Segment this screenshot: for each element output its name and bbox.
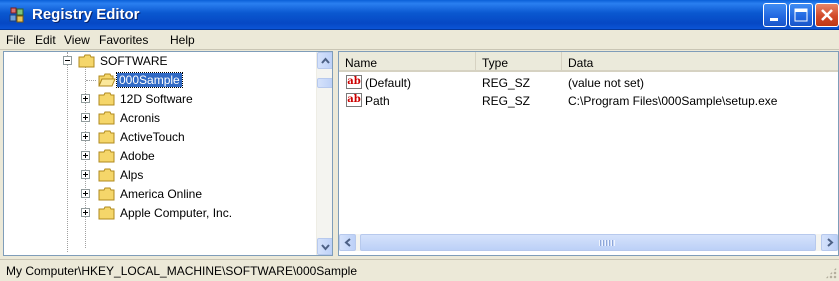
minimize-button[interactable]: [763, 3, 787, 27]
tree-item-adobe[interactable]: Adobe: [4, 147, 314, 166]
tree-item-label: SOFTWARE: [100, 54, 168, 68]
values-list-pane[interactable]: Name Type Data ab (Default) REG_SZ (valu…: [338, 51, 839, 256]
value-name: (Default): [365, 76, 412, 90]
registry-tree-pane[interactable]: SOFTWARE 000Sample 12D Software Acronis …: [3, 51, 333, 256]
scroll-thumb[interactable]: [317, 78, 332, 88]
tree-item-label: 000Sample: [116, 72, 183, 88]
folder-open-icon: [78, 54, 95, 68]
window-title: Registry Editor: [32, 6, 140, 23]
folder-icon: [98, 92, 115, 106]
tree-item-label: Alps: [120, 168, 144, 182]
chevron-right-icon: [827, 238, 834, 247]
expand-icon[interactable]: [81, 151, 90, 160]
string-value-icon: ab: [346, 93, 362, 107]
chevron-down-icon: [321, 244, 330, 251]
value-row-path[interactable]: ab Path REG_SZ C:\Program Files\000Sampl…: [339, 92, 838, 110]
tree-item-apple-computer[interactable]: Apple Computer, Inc.: [4, 204, 314, 223]
menu-bar: File Edit View Favorites Help: [0, 30, 839, 50]
collapse-icon[interactable]: [63, 56, 72, 65]
minimize-icon: [770, 18, 778, 21]
value-type: REG_SZ: [482, 76, 531, 90]
list-header: Name Type Data: [339, 52, 838, 72]
expand-icon[interactable]: [81, 94, 90, 103]
menu-view[interactable]: View: [64, 33, 90, 47]
scroll-thumb[interactable]: [360, 234, 816, 251]
maximize-button[interactable]: [789, 3, 813, 27]
expand-icon[interactable]: [81, 189, 90, 198]
menu-help[interactable]: Help: [170, 33, 195, 47]
value-row-default[interactable]: ab (Default) REG_SZ (value not set): [339, 74, 838, 92]
tree-item-acronis[interactable]: Acronis: [4, 109, 314, 128]
value-type: REG_SZ: [482, 94, 531, 108]
scroll-down-button[interactable]: [317, 238, 332, 255]
tree-item-label: Apple Computer, Inc.: [120, 206, 233, 220]
tree-item-america-online[interactable]: America Online: [4, 185, 314, 204]
scroll-left-button[interactable]: [339, 234, 356, 251]
status-path: My Computer\HKEY_LOCAL_MACHINE\SOFTWARE\…: [6, 264, 357, 278]
tree-connector-line: [86, 80, 96, 81]
expand-icon[interactable]: [81, 113, 90, 122]
tree-item-activetouch[interactable]: ActiveTouch: [4, 128, 314, 147]
value-data: (value not set): [568, 76, 645, 90]
value-data: C:\Program Files\000Sample\setup.exe: [568, 94, 778, 108]
chevron-up-icon: [321, 57, 330, 64]
column-header-data[interactable]: Data: [562, 52, 838, 72]
expand-icon[interactable]: [81, 208, 90, 217]
registry-editor-window: Registry Editor File Edit View Favorites…: [0, 0, 839, 281]
value-name: Path: [365, 94, 390, 108]
tree-item-alps[interactable]: Alps: [4, 166, 314, 185]
column-header-type[interactable]: Type: [476, 52, 562, 72]
open-folder-icon: [98, 73, 116, 87]
tree-item-label: ActiveTouch: [120, 130, 185, 144]
column-header-name[interactable]: Name: [339, 52, 476, 72]
menu-favorites[interactable]: Favorites: [99, 33, 148, 47]
title-bar[interactable]: Registry Editor: [0, 0, 839, 30]
tree-item-label: Acronis: [120, 111, 161, 125]
tree-item-software[interactable]: SOFTWARE: [4, 52, 314, 71]
list-horizontal-scrollbar[interactable]: [339, 234, 838, 251]
expand-icon[interactable]: [81, 170, 90, 179]
resize-grip-icon[interactable]: [825, 267, 837, 279]
tree-item-12d-software[interactable]: 12D Software: [4, 90, 314, 109]
tree-vertical-scrollbar[interactable]: [316, 52, 332, 255]
folder-icon: [98, 111, 115, 125]
menu-file[interactable]: File: [6, 33, 25, 47]
string-value-icon: ab: [346, 75, 362, 89]
tree-item-label: Adobe: [120, 149, 155, 163]
scroll-right-button[interactable]: [821, 234, 838, 251]
chevron-left-icon: [344, 238, 351, 247]
folder-icon: [98, 187, 115, 201]
tree-item-label: 12D Software: [120, 92, 193, 106]
folder-icon: [98, 168, 115, 182]
maximize-icon: [794, 8, 808, 22]
close-icon: [821, 9, 833, 21]
scroll-up-button[interactable]: [317, 52, 332, 69]
menu-edit[interactable]: Edit: [35, 33, 56, 47]
expand-icon[interactable]: [81, 132, 90, 141]
folder-icon: [98, 130, 115, 144]
tree-item-000sample[interactable]: 000Sample: [4, 71, 314, 90]
folder-icon: [98, 206, 115, 220]
folder-icon: [98, 149, 115, 163]
status-bar: My Computer\HKEY_LOCAL_MACHINE\SOFTWARE\…: [0, 259, 839, 281]
tree-item-label: America Online: [120, 187, 203, 201]
registry-editor-icon: [9, 7, 24, 23]
scroll-grip-icon: [599, 240, 615, 246]
close-button[interactable]: [815, 3, 839, 27]
